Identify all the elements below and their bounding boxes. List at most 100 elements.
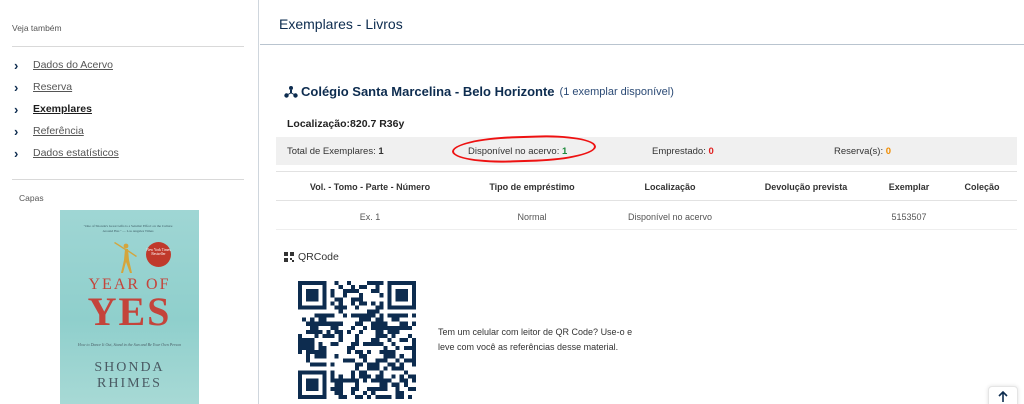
qr-module bbox=[363, 313, 368, 318]
qr-module bbox=[354, 297, 360, 302]
qr-module bbox=[371, 390, 376, 395]
qr-module bbox=[383, 394, 388, 399]
qr-module bbox=[310, 305, 315, 310]
qr-module bbox=[407, 358, 412, 363]
qr-module bbox=[367, 374, 372, 379]
qr-module bbox=[395, 297, 400, 302]
total-copies-label: Total de Exemplares: bbox=[287, 146, 376, 157]
qr-module bbox=[330, 313, 335, 318]
qr-module bbox=[298, 390, 303, 395]
sidebar-item-label[interactable]: Dados estatísticos bbox=[33, 147, 119, 159]
qr-module bbox=[375, 362, 380, 367]
qr-module bbox=[322, 285, 327, 290]
sidebar-item-exemplares[interactable]: › Exemplares bbox=[14, 98, 119, 120]
qr-module bbox=[306, 289, 311, 294]
sidebar-item-dados-do-acervo[interactable]: › Dados do Acervo bbox=[14, 54, 119, 76]
qr-module bbox=[383, 366, 388, 371]
qr-module bbox=[350, 289, 355, 294]
qr-module bbox=[322, 289, 327, 294]
qr-module bbox=[354, 350, 360, 355]
qr-module bbox=[379, 321, 384, 326]
qr-module bbox=[395, 366, 400, 371]
qr-module bbox=[306, 297, 311, 302]
qr-module bbox=[391, 333, 396, 338]
qr-module bbox=[411, 285, 416, 290]
sidebar-item-reserva[interactable]: › Reserva bbox=[14, 76, 119, 98]
qr-module bbox=[322, 350, 327, 355]
qr-module bbox=[322, 386, 327, 391]
qr-module bbox=[338, 394, 343, 399]
qr-module bbox=[399, 390, 404, 395]
qr-module bbox=[367, 394, 372, 399]
qr-module bbox=[350, 325, 355, 330]
sidebar-item-dados-estatisticos[interactable]: › Dados estatísticos bbox=[14, 142, 119, 164]
qr-module bbox=[346, 289, 351, 294]
qr-module bbox=[403, 297, 408, 302]
qr-module bbox=[298, 305, 303, 310]
scroll-to-top-button[interactable] bbox=[988, 386, 1018, 404]
qr-module bbox=[302, 337, 307, 343]
qr-module bbox=[375, 386, 380, 391]
qr-module bbox=[350, 301, 355, 306]
chevron-right-icon: › bbox=[14, 145, 19, 161]
qr-module bbox=[379, 394, 384, 399]
loaned-copies-value: 0 bbox=[708, 146, 714, 157]
qr-module bbox=[318, 346, 323, 351]
qr-module bbox=[354, 394, 360, 399]
qr-module bbox=[379, 370, 384, 375]
qr-module bbox=[399, 362, 404, 367]
qr-module bbox=[310, 350, 315, 355]
qr-module bbox=[310, 293, 315, 298]
column-header: Coleção bbox=[964, 182, 1000, 192]
qr-module bbox=[411, 289, 416, 294]
qr-module bbox=[399, 325, 404, 330]
sidebar-divider bbox=[12, 46, 244, 47]
qr-module bbox=[395, 305, 400, 310]
qr-module bbox=[363, 342, 368, 347]
qr-module bbox=[403, 337, 408, 343]
qr-module bbox=[318, 317, 323, 322]
qr-module bbox=[306, 305, 311, 310]
total-copies: Total de Exemplares: 1 bbox=[287, 146, 384, 157]
qr-module bbox=[354, 305, 360, 310]
qr-module bbox=[310, 289, 315, 294]
qr-module bbox=[314, 382, 319, 387]
qr-module bbox=[310, 337, 315, 343]
qr-module bbox=[375, 321, 380, 326]
reserved-copies-label: Reserva(s): bbox=[834, 146, 884, 157]
qr-module bbox=[306, 378, 311, 383]
qr-module bbox=[310, 386, 315, 391]
qr-module bbox=[395, 281, 400, 286]
sidebar-item-label[interactable]: Dados do Acervo bbox=[33, 59, 113, 71]
qr-module bbox=[314, 394, 319, 399]
qr-module bbox=[314, 350, 319, 355]
total-copies-value: 1 bbox=[378, 146, 384, 157]
qr-module bbox=[314, 329, 319, 334]
qr-module bbox=[391, 350, 396, 355]
sidebar-item-label[interactable]: Exemplares bbox=[33, 103, 92, 115]
qr-module bbox=[411, 374, 416, 379]
qr-module bbox=[350, 342, 355, 347]
qr-module bbox=[354, 386, 360, 391]
qr-module bbox=[371, 309, 376, 314]
qr-module bbox=[314, 293, 319, 298]
qr-module bbox=[399, 378, 404, 383]
qr-module bbox=[318, 342, 323, 347]
sidebar-item-label[interactable]: Reserva bbox=[33, 81, 72, 93]
qr-module bbox=[387, 293, 392, 298]
qrcode-image bbox=[298, 281, 416, 399]
qr-module bbox=[338, 390, 343, 395]
qr-module bbox=[354, 313, 360, 318]
qr-module bbox=[383, 325, 388, 330]
qr-module bbox=[298, 281, 303, 286]
sidebar-item-referencia[interactable]: › Referência bbox=[14, 120, 119, 142]
qr-module bbox=[371, 362, 376, 367]
sidebar-item-label[interactable]: Referência bbox=[33, 125, 84, 137]
qr-module bbox=[306, 358, 311, 363]
chevron-right-icon: › bbox=[14, 79, 19, 95]
qr-module bbox=[371, 378, 376, 383]
qr-module bbox=[411, 358, 416, 363]
qr-module bbox=[399, 394, 404, 399]
qr-module bbox=[354, 366, 360, 371]
cover-title-line2: YES bbox=[87, 289, 172, 334]
